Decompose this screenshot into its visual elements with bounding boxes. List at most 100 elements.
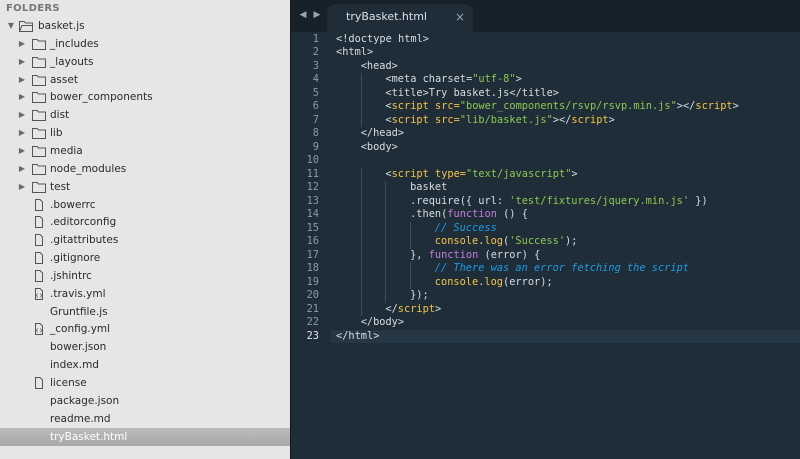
sidebar-item-node-modules[interactable]: ▶ node_modules [0,160,290,178]
code-token: basket [410,181,448,193]
indent-guide [385,208,387,222]
folder-icon [32,56,46,68]
sidebar-item-layouts[interactable]: ▶ _layouts [0,53,290,71]
disclosure-collapsed-icon[interactable]: ▶ [17,53,27,71]
sidebar-item-basket-js[interactable]: ▼ basket.js [0,17,290,35]
code-line: .require({ url: 'test/fixtures/jquery.mi… [410,195,708,209]
code-line: <meta charset="utf-8"> [385,73,521,87]
indent-guide [410,235,412,249]
sidebar-item-includes[interactable]: ▶ _includes [0,35,290,53]
sidebar-item-package-json[interactable]: package.json [0,392,290,410]
code-token: }) [689,194,708,207]
code-token: 'test/fixtures/jquery.min.js' [509,194,690,207]
tab-bar: ◀ ▶ tryBasket.html × [291,0,800,32]
code-file-icon [34,287,48,300]
indent-guide [360,208,362,222]
folder-icon [32,181,46,193]
disclosure-collapsed-icon[interactable]: ▶ [17,88,27,106]
disclosure-collapsed-icon[interactable]: ▶ [17,35,27,53]
triangle-right-icon[interactable]: ▶ [311,8,323,22]
sidebar-item-label: .jshintrc [50,269,92,282]
disclosure-collapsed-icon[interactable]: ▶ [17,71,27,89]
code-token: 'Success' [509,235,566,247]
disclosure-expanded-icon[interactable]: ▼ [6,17,16,35]
line-number: 16 [306,235,319,247]
code-token: "lib/basket.js" [459,113,553,126]
code-token: ></ [676,100,696,112]
sidebar-item-label: bower.json [50,341,107,354]
code-line: <script type="text/javascript"> [385,168,577,182]
sidebar-item-gitignore[interactable]: .gitignore [0,249,290,267]
code-line: // Success [435,222,497,236]
sidebar-item-bower-json[interactable]: bower.json [0,338,290,356]
sidebar-item-test[interactable]: ▶ test [0,178,290,196]
code-line: // There was an error fetching the scrip… [435,262,689,276]
sidebar-item-bowerrc[interactable]: .bowerrc [0,196,290,214]
line-number: 13 [306,194,319,207]
sidebar-item-config-yml[interactable]: _config.yml [0,320,290,338]
line-number: 21 [306,302,319,315]
code-token: function [447,208,497,220]
indent-guide [360,262,362,276]
indent-guide [385,289,387,303]
indent-guide [360,167,362,181]
sidebar-item-gruntfile-js[interactable]: Gruntfile.js [0,303,290,321]
code-line: <head> [361,60,398,74]
file-icon [34,377,48,389]
line-number: 22 [306,316,319,328]
code-token: <meta charset= [385,73,473,85]
sidebar-item-bower-components[interactable]: ▶ bower_components [0,88,290,106]
disclosure-collapsed-icon[interactable]: ▶ [17,178,27,196]
code-file-icon [34,323,48,336]
sidebar-item-lib[interactable]: ▶ lib [0,124,290,142]
sidebar-item-readme-md[interactable]: readme.md [0,410,290,428]
code-token: "text/javascript" [466,167,572,180]
sidebar-item-label: license [50,377,87,389]
code-token: console [434,275,479,288]
sidebar-item-label: _layouts [50,55,94,68]
sidebar-item-label: bower_components [50,91,153,104]
code-token: "bower_components/rsvp/rsvp.min.js" [459,100,677,112]
file-icon [34,198,48,211]
sidebar-item-asset[interactable]: ▶ asset [0,71,290,89]
code-line: <script src="lib/basket.js"></script> [385,114,614,128]
code-token: (error); [503,275,553,288]
code-token: > [515,73,522,85]
close-icon[interactable]: × [454,9,466,25]
disclosure-collapsed-icon[interactable]: ▶ [17,106,27,124]
sidebar-item-index-md[interactable]: index.md [0,356,290,374]
sidebar-item-gitattributes[interactable]: .gitattributes [0,231,290,249]
line-number: 11 [306,167,319,180]
sidebar-item-label: tryBasket.html [50,430,128,443]
code-token: </html> [336,329,380,342]
code-token: () { [496,208,528,220]
sidebar-item-media[interactable]: ▶ media [0,142,290,160]
indent-guide [360,73,362,87]
indent-guide [385,181,387,195]
sidebar-item-label: .editorconfig [50,216,117,229]
tab-trybasket[interactable]: tryBasket.html × [327,4,473,32]
disclosure-collapsed-icon[interactable]: ▶ [17,160,27,178]
sidebar-item-label: dist [50,109,70,122]
code-line: <body> [361,141,398,155]
line-number-gutter: 1 2 3 4 5 6 7 8 9 10 11 12 13 14 15 16 17 18 19 20 21 22 23 [291,32,331,459]
indent-guide [385,194,387,208]
sidebar-item-trybasket-html[interactable]: tryBasket.html [0,427,290,446]
folder-open-icon [19,20,33,32]
sidebar-item-dist[interactable]: ▶ dist [0,106,290,124]
triangle-left-icon[interactable]: ◀ [297,8,309,22]
sidebar-item-license[interactable]: license [0,374,290,392]
sidebar-item-editorconfig[interactable]: .editorconfig [0,213,290,231]
disclosure-collapsed-icon[interactable]: ▶ [17,124,27,142]
code-token: "utf-8" [472,73,516,85]
indent-guide [360,235,362,249]
code-view[interactable]: 1 2 3 4 5 6 7 8 9 10 11 12 13 14 15 16 17 18 19 20 21 22 23 <!… [291,32,800,459]
folder-icon [32,145,46,157]
folders-header: FOLDERS [6,3,60,14]
indent-guide [360,86,362,100]
sidebar-item-jshintrc[interactable]: .jshintrc [0,267,290,285]
folder-icon [32,91,46,104]
folder-icon [32,74,46,86]
disclosure-collapsed-icon[interactable]: ▶ [17,142,27,160]
sidebar-item-travis-yml[interactable]: .travis.yml [0,285,290,303]
